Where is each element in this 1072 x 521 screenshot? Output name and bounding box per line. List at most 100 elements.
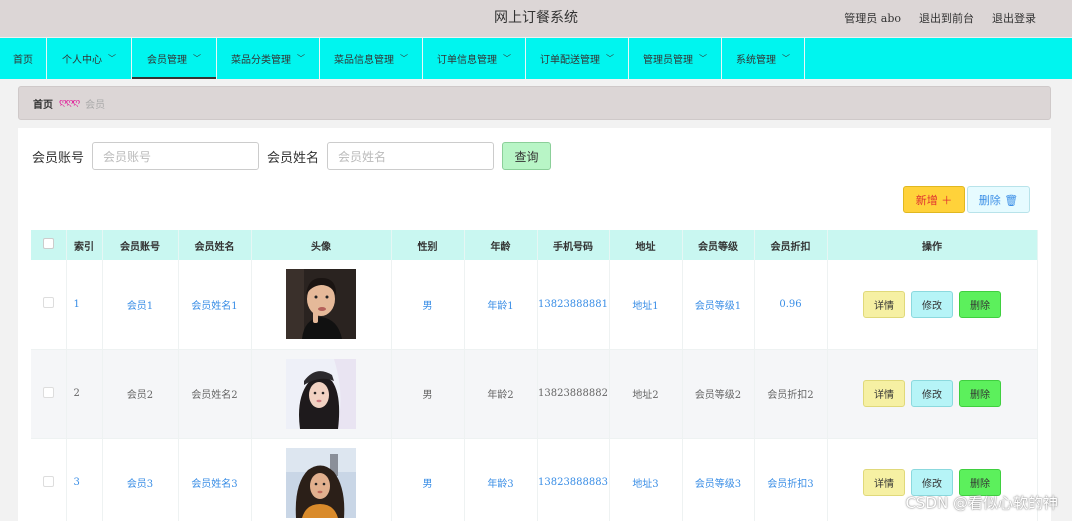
nav-label: 个人中心 bbox=[62, 55, 102, 66]
breadcrumb: 首页 ღღღ 会员 bbox=[18, 86, 1051, 120]
breadcrumb-current: 会员 bbox=[85, 99, 106, 111]
chevron-down-icon: ﹀ bbox=[782, 54, 790, 63]
select-all-checkbox[interactable] bbox=[42, 238, 54, 249]
cell-name: 会员姓名2 bbox=[178, 349, 252, 439]
top-header: 网上订餐系统 管理员 abo 退出到前台 退出登录 bbox=[0, 0, 1072, 37]
cell-level: 会员等级2 bbox=[682, 349, 755, 439]
main-nav: 首页 个人中心 ﹀ 会员管理 ﹀ 菜品分类管理 ﹀ 菜品信息管理 ﹀ 订单信息管理 ﹀ 订… bbox=[0, 37, 1072, 79]
column-header: 索引 bbox=[66, 230, 103, 260]
cell-gender: 男 bbox=[391, 349, 465, 439]
column-header: 手机号码 bbox=[537, 230, 610, 260]
nav-item-personal-center[interactable]: 个人中心 ﹀ bbox=[47, 38, 132, 79]
cell-discount: 会员折扣2 bbox=[754, 349, 828, 439]
nav-item-order-delivery[interactable]: 订单配送管理 ﹀ bbox=[526, 38, 629, 79]
name-label: 会员姓名 bbox=[267, 150, 320, 166]
nav-item-dish-info[interactable]: 菜品信息管理 ﹀ bbox=[320, 38, 423, 79]
delete-button[interactable]: 删除 bbox=[959, 290, 1001, 318]
cell-phone: 13823888883 bbox=[537, 438, 610, 521]
cell-level: 会员等级3 bbox=[682, 438, 755, 521]
name-search-input[interactable]: 会员姓名 bbox=[327, 142, 495, 170]
cell-account: 会员2 bbox=[102, 349, 179, 439]
cell-age: 年龄2 bbox=[464, 349, 538, 439]
table-row: 3 会员3 会员姓名3 男 年龄3 13823888883 地址3 会员等级3 … bbox=[31, 438, 1038, 521]
table-header-row: 索引 会员账号 会员姓名 头像 性别 年龄 手机号码 地址 会员等级 会员折扣 … bbox=[31, 230, 1038, 260]
cell-level: 会员等级1 bbox=[682, 260, 755, 350]
cell-address: 地址3 bbox=[609, 438, 683, 521]
cell-gender: 男 bbox=[391, 260, 465, 350]
cell-name: 会员姓名3 bbox=[178, 438, 252, 521]
edit-button[interactable]: 修改 bbox=[911, 290, 953, 318]
logout-link[interactable]: 退出登录 bbox=[992, 0, 1036, 37]
nav-label: 系统管理 bbox=[736, 55, 776, 66]
chevron-down-icon: ﹀ bbox=[503, 54, 511, 63]
row-select-cell bbox=[31, 438, 67, 521]
header-actions: 管理员 abo 退出到前台 退出登录 bbox=[844, 0, 1036, 37]
delete-button[interactable]: 删除 bbox=[959, 380, 1001, 407]
cell-gender: 男 bbox=[391, 438, 465, 521]
watermark: CSDN @看似心软的神 bbox=[905, 494, 1058, 512]
account-label: 会员账号 bbox=[32, 150, 85, 166]
table-row: 2 会员2 会员姓名2 男 年龄2 13823888882 地址2 会员等级2 … bbox=[31, 349, 1038, 439]
cell-account: 会员1 bbox=[102, 260, 179, 350]
column-header: 会员折扣 bbox=[754, 230, 828, 260]
cell-age: 年龄3 bbox=[464, 438, 538, 521]
exit-to-front-link[interactable]: 退出到前台 bbox=[919, 0, 974, 37]
avatar bbox=[286, 447, 356, 518]
nav-label: 菜品信息管理 bbox=[334, 55, 394, 66]
detail-button[interactable]: 详情 bbox=[863, 469, 905, 496]
nav-label: 订单配送管理 bbox=[540, 55, 600, 66]
column-header: 会员等级 bbox=[682, 230, 755, 260]
query-button[interactable]: 查询 bbox=[502, 142, 552, 170]
row-checkbox[interactable] bbox=[42, 297, 54, 309]
cell-age: 年龄1 bbox=[464, 260, 538, 350]
nav-item-member-management[interactable]: 会员管理 ﹀ bbox=[132, 38, 217, 79]
row-checkbox[interactable] bbox=[42, 386, 54, 398]
chevron-down-icon: ﹀ bbox=[699, 54, 707, 63]
nav-label: 管理员管理 bbox=[643, 55, 693, 66]
row-select-cell bbox=[31, 260, 67, 350]
table-row: 1 会员1 会员姓名1 男 年龄1 13823888881 地址1 会员等级1 … bbox=[31, 260, 1038, 350]
breadcrumb-home[interactable]: 首页 bbox=[33, 96, 53, 111]
chevron-down-icon: ﹀ bbox=[108, 54, 116, 63]
chevron-down-icon: ﹀ bbox=[400, 54, 408, 63]
breadcrumb-separator: ღღღ bbox=[59, 98, 80, 108]
column-header: 性别 bbox=[391, 230, 465, 260]
add-button[interactable]: 新增 ＋ bbox=[903, 186, 965, 213]
detail-button[interactable]: 详情 bbox=[863, 290, 905, 318]
cell-name: 会员姓名1 bbox=[178, 260, 252, 350]
edit-button[interactable]: 修改 bbox=[911, 380, 953, 407]
search-bar: 会员账号 会员账号 会员姓名 会员姓名 查询 bbox=[32, 142, 552, 170]
nav-item-order-info[interactable]: 订单信息管理 ﹀ bbox=[423, 38, 526, 79]
cell-operations: 详情 修改 删除 bbox=[827, 349, 1038, 439]
column-header: 会员姓名 bbox=[178, 230, 252, 260]
column-header: 年龄 bbox=[464, 230, 538, 260]
nav-label: 订单信息管理 bbox=[437, 55, 497, 66]
cell-address: 地址2 bbox=[609, 349, 683, 439]
chevron-down-icon: ﹀ bbox=[606, 54, 614, 63]
cell-phone: 13823888881 bbox=[537, 260, 610, 350]
cell-discount: 0.96 bbox=[754, 260, 828, 350]
select-all-cell bbox=[31, 230, 67, 260]
admin-user-label: 管理员 abo bbox=[844, 12, 901, 25]
cell-account: 会员3 bbox=[102, 438, 179, 521]
cell-avatar bbox=[251, 438, 392, 521]
cell-avatar bbox=[251, 349, 392, 439]
column-header: 会员账号 bbox=[102, 230, 179, 260]
cell-address: 地址1 bbox=[609, 260, 683, 350]
cell-discount: 会员折扣3 bbox=[754, 438, 828, 521]
nav-item-admin-management[interactable]: 管理员管理 ﹀ bbox=[629, 38, 722, 79]
account-search-input[interactable]: 会员账号 bbox=[92, 142, 260, 170]
row-checkbox[interactable] bbox=[42, 475, 54, 487]
avatar bbox=[286, 358, 356, 429]
batch-delete-button[interactable]: 删除 🗑 bbox=[967, 186, 1030, 213]
nav-item-home[interactable]: 首页 bbox=[0, 38, 47, 79]
avatar bbox=[286, 269, 356, 340]
nav-item-dish-category[interactable]: 菜品分类管理 ﹀ bbox=[217, 38, 320, 79]
nav-label: 菜品分类管理 bbox=[231, 55, 291, 66]
nav-item-system-management[interactable]: 系统管理 ﹀ bbox=[722, 38, 805, 79]
cell-index: 2 bbox=[66, 349, 103, 439]
cell-phone: 13823888882 bbox=[537, 349, 610, 439]
chevron-down-icon: ﹀ bbox=[297, 54, 305, 63]
detail-button[interactable]: 详情 bbox=[863, 380, 905, 407]
chevron-down-icon: ﹀ bbox=[193, 54, 201, 63]
